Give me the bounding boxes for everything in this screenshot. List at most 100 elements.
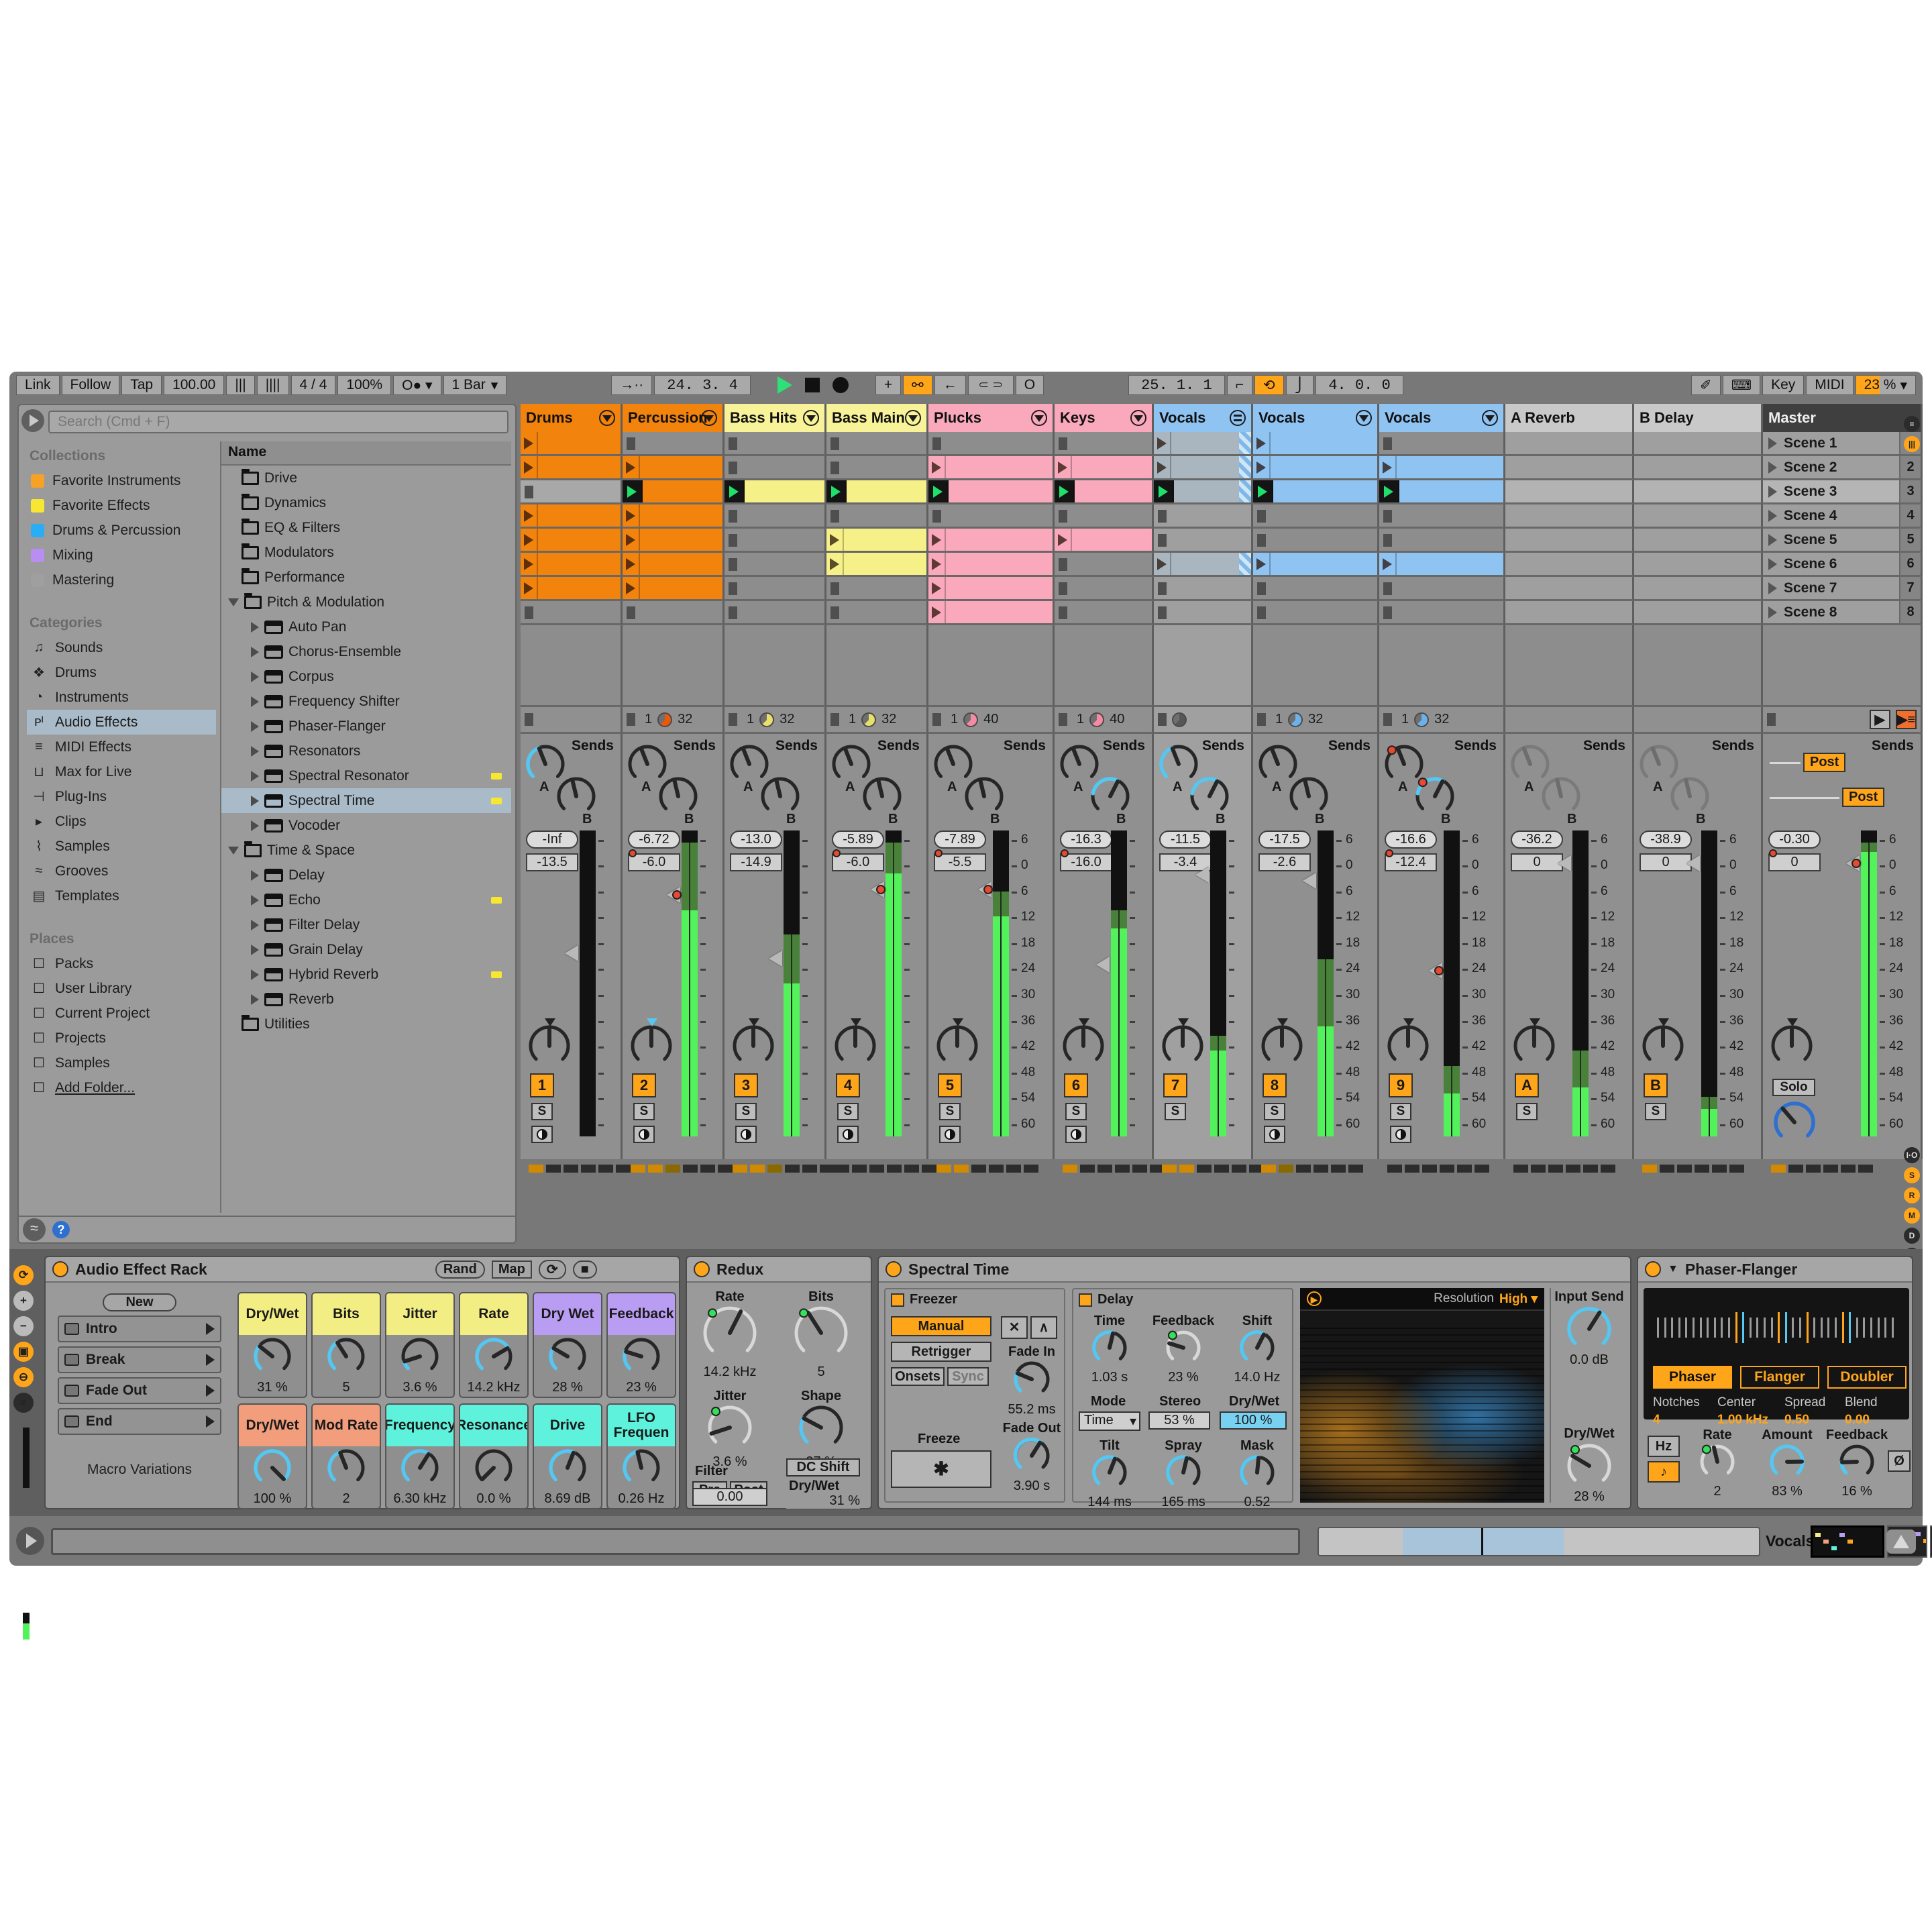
variation-launch-icon[interactable] xyxy=(206,1385,215,1397)
new-variation-button[interactable]: New xyxy=(103,1293,176,1311)
track-header[interactable]: A Reverb xyxy=(1505,404,1634,432)
knob-feedback_label[interactable]: Feedback16 % xyxy=(1822,1428,1892,1499)
clip[interactable] xyxy=(623,504,722,527)
clip-slot[interactable] xyxy=(521,456,623,480)
freezer-toggle[interactable] xyxy=(891,1293,904,1307)
arm-button[interactable] xyxy=(531,1126,553,1143)
knob-feedback_label[interactable]: Feedback23 % xyxy=(1148,1313,1218,1385)
send-b-post-toggle[interactable]: Post xyxy=(1842,788,1884,807)
clip-stop-icon[interactable] xyxy=(525,486,533,498)
clip-slot[interactable] xyxy=(623,432,724,456)
loop-button[interactable]: ⟲ xyxy=(1254,375,1284,395)
volume-field[interactable]: -14.9 xyxy=(730,853,782,871)
crossfade-assign-row[interactable] xyxy=(529,1165,631,1173)
clip-slot[interactable] xyxy=(1505,456,1634,480)
notches-value[interactable]: 4 xyxy=(1653,1413,1660,1428)
rack-rail-icon-3[interactable]: ▣ xyxy=(13,1342,34,1362)
clip-stop-icon[interactable] xyxy=(525,606,533,619)
clip-stop-icon[interactable] xyxy=(830,462,839,474)
macro-knob-6[interactable]: Dry/Wet100 % xyxy=(237,1403,307,1509)
clip-slot[interactable] xyxy=(1253,577,1379,601)
mixer-sections-icon[interactable]: ||| xyxy=(1904,436,1920,452)
tree-item-grain-delay[interactable]: Grain Delay xyxy=(221,937,511,962)
clip-slot[interactable] xyxy=(1505,577,1634,601)
device-on-toggle[interactable] xyxy=(885,1261,902,1277)
clip[interactable] xyxy=(826,529,926,551)
clip-slot[interactable] xyxy=(1634,504,1763,529)
chevron-down-icon[interactable] xyxy=(228,847,239,855)
place-item[interactable]: ☐Samples xyxy=(27,1051,216,1075)
solo-button[interactable]: S xyxy=(837,1103,859,1120)
clip-slot[interactable] xyxy=(1634,577,1763,601)
tree-item-pitch-modulation[interactable]: Pitch & Modulation xyxy=(221,590,511,614)
peak-level-value[interactable]: -7.89 xyxy=(934,830,986,849)
tree-item-spectral-resonator[interactable]: Spectral Resonator xyxy=(221,763,511,788)
pan-knob[interactable] xyxy=(1260,1024,1304,1071)
peak-level-value[interactable]: -16.3 xyxy=(1060,830,1112,849)
pan-knob[interactable] xyxy=(1770,1024,1814,1071)
volume-fader-handle[interactable] xyxy=(667,887,680,903)
scene-play-icon[interactable] xyxy=(1768,606,1777,619)
chevron-right-icon[interactable] xyxy=(251,820,259,831)
scene-play-icon[interactable] xyxy=(1768,582,1777,594)
tree-item-dynamics[interactable]: Dynamics xyxy=(221,490,511,515)
tree-item-time-space[interactable]: Time & Space xyxy=(221,838,511,863)
knob-shift_label[interactable]: Shift14.0 Hz xyxy=(1222,1313,1292,1385)
variation-row[interactable]: Intro xyxy=(58,1316,221,1342)
place-item[interactable]: ☐User Library xyxy=(27,976,216,1001)
blend-value[interactable]: 0.00 xyxy=(1845,1413,1870,1428)
scene-slot[interactable]: Scene 77 xyxy=(1763,577,1923,601)
clip-slot[interactable] xyxy=(724,601,826,625)
track-dropdown-icon[interactable] xyxy=(1130,410,1146,426)
draw-mode-button[interactable]: ⸦⸧ xyxy=(968,375,1014,395)
help-icon[interactable]: ? xyxy=(52,1221,70,1238)
chevron-right-icon[interactable] xyxy=(251,771,259,782)
clip[interactable] xyxy=(1253,432,1377,454)
track-stop-icon[interactable] xyxy=(627,713,635,726)
automation-re-enable-button[interactable]: O xyxy=(1016,375,1044,395)
track-stop-icon[interactable] xyxy=(1383,713,1392,726)
loop-length-field[interactable]: 4. 0. 0 xyxy=(1316,375,1403,395)
loop-start-field[interactable]: 25. 1. 1 xyxy=(1128,375,1225,395)
clip-slot[interactable] xyxy=(826,577,928,601)
volume-fader-handle[interactable] xyxy=(1195,867,1209,883)
knob-rate_label[interactable]: Rate14.2 kHz xyxy=(690,1289,770,1380)
arm-button[interactable] xyxy=(735,1126,757,1143)
clip-playing[interactable] xyxy=(826,480,926,502)
track-activator-button[interactable]: 3 xyxy=(734,1073,758,1097)
category-item-plug-ins[interactable]: ⊣Plug-Ins xyxy=(27,784,216,809)
metronome-nudge-down-icon[interactable]: ||| xyxy=(226,375,254,395)
spectro-play-icon[interactable]: ▶ xyxy=(1307,1291,1322,1306)
device-title[interactable]: Phaser-Flanger xyxy=(1685,1260,1797,1279)
pan-knob[interactable] xyxy=(527,1024,572,1071)
solo-button[interactable]: S xyxy=(531,1103,553,1120)
pan-knob[interactable] xyxy=(731,1024,775,1071)
clip-slot[interactable] xyxy=(826,432,928,456)
clip-slot[interactable] xyxy=(521,480,623,504)
macro-knob-2[interactable]: Jitter3.6 % xyxy=(385,1292,455,1398)
filter-value-field[interactable]: 0.00 xyxy=(692,1488,767,1506)
clip-slot[interactable] xyxy=(724,577,826,601)
track-activator-button[interactable]: 7 xyxy=(1163,1073,1187,1097)
clip-slot[interactable] xyxy=(1253,553,1379,577)
collection-item[interactable]: Favorite Instruments xyxy=(27,468,216,493)
peak-level-value[interactable]: -5.89 xyxy=(832,830,884,849)
track-header[interactable]: Drums xyxy=(521,404,623,432)
clip[interactable] xyxy=(623,456,722,478)
clip-playing[interactable] xyxy=(1055,480,1152,502)
clip-slot[interactable] xyxy=(1505,601,1634,625)
group-fold-icon[interactable] xyxy=(1230,410,1246,426)
scene-slot[interactable]: Scene 66 xyxy=(1763,553,1923,577)
track-header[interactable]: Bass Hits xyxy=(724,404,826,432)
volume-fader-handle[interactable] xyxy=(1303,873,1316,889)
clip[interactable] xyxy=(1379,456,1503,478)
clip[interactable] xyxy=(1055,529,1152,551)
track-stop-icon[interactable] xyxy=(1767,713,1776,726)
clip-stop-icon[interactable] xyxy=(729,534,737,547)
scene-slot[interactable]: Scene 88 xyxy=(1763,601,1923,625)
tree-item-auto-pan[interactable]: Auto Pan xyxy=(221,614,511,639)
clip-stop-icon[interactable] xyxy=(1158,606,1167,619)
clip[interactable] xyxy=(521,456,621,478)
knob-mask_label[interactable]: Mask0.52 xyxy=(1222,1438,1292,1510)
clip-playing[interactable] xyxy=(623,480,722,502)
